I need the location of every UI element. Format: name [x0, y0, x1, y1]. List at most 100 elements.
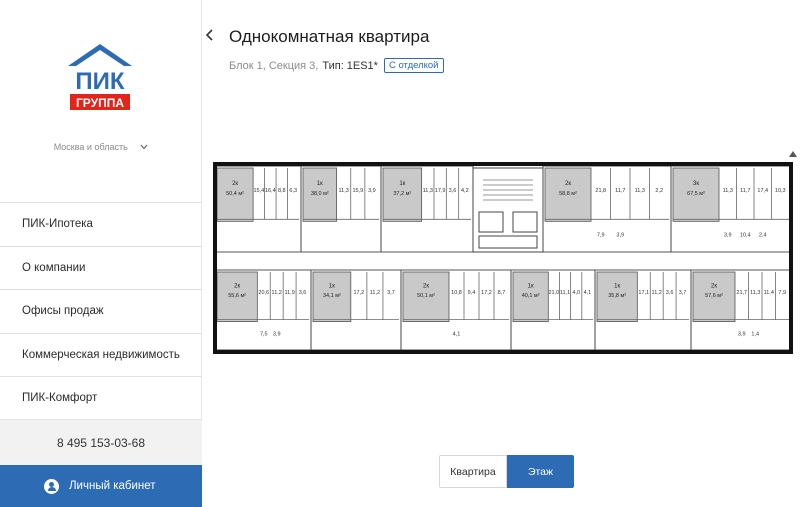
top-row-apartment[interactable]	[300, 165, 382, 253]
rooms-label: 1к	[329, 284, 335, 290]
type-label: Тип:	[322, 59, 344, 72]
stair-core	[472, 167, 544, 253]
room-area-label: 3,9	[368, 188, 376, 194]
room-area-label: 11,7	[740, 188, 750, 194]
sidebar-item-label: ПИК-Ипотека	[22, 218, 93, 231]
pik-logo[interactable]: ПИК ГРУППА	[66, 42, 134, 112]
plan-bottom-row	[214, 269, 792, 351]
type-value: 1ES1*	[346, 59, 378, 72]
room-area-label: 11,3	[750, 290, 760, 296]
top-row-apartment[interactable]	[542, 165, 672, 253]
room-area-label: 3,7	[679, 290, 687, 296]
view-toggle: Квартира Этаж	[439, 455, 574, 488]
rooms-label: 2к	[234, 284, 240, 290]
room-area-label: 21,7	[736, 290, 747, 296]
bottom-row-apartment[interactable]	[400, 269, 512, 351]
room-area-label: 11,3	[339, 188, 349, 194]
room-area-label: 17,2	[353, 290, 364, 296]
sidebar-item-label: Офисы продаж	[22, 305, 104, 318]
toggle-apartment[interactable]: Квартира	[439, 455, 507, 488]
area-label: 40,1 м²	[522, 293, 540, 299]
room-area-label: 20,6	[258, 290, 269, 296]
bottom-row-apartment[interactable]	[690, 269, 792, 351]
area-label: 35,8 м²	[608, 293, 626, 299]
scroll-up-icon[interactable]	[789, 150, 797, 159]
phone-text: 8 495 153-03-68	[56, 435, 146, 450]
back-chevron-icon[interactable]	[205, 28, 215, 47]
rooms-label: 3к	[693, 181, 699, 187]
area-label: 50,4 м²	[226, 191, 244, 197]
room-area-label: 10,8	[451, 290, 462, 296]
room-area-label: 11,2	[370, 290, 380, 296]
top-row-apartment[interactable]	[670, 165, 792, 253]
block-section: Блок 1, Секция 3,	[229, 59, 319, 72]
area-label: 50,1 м²	[417, 293, 435, 299]
area-label: 34,1 м²	[323, 293, 341, 299]
room-area-label: 17,2	[481, 290, 492, 296]
bottom-row-apartment[interactable]	[214, 269, 312, 351]
room-area-label: 4,0	[572, 290, 580, 296]
room-area-label: 11,3	[635, 188, 645, 194]
room-area-label: 3,9	[738, 332, 746, 338]
room-area-label: 8,7	[498, 290, 506, 296]
room-area-label: 11,3	[723, 188, 733, 194]
area-label: 55,6 м²	[228, 293, 246, 299]
chevron-down-icon	[140, 142, 148, 152]
area-label: 67,5 м²	[687, 191, 705, 197]
personal-cabinet-button[interactable]: Личный кабинет	[0, 465, 202, 507]
sidebar-item-sales-offices[interactable]: Офисы продаж	[0, 289, 202, 333]
room-area-label: 10,4	[740, 233, 751, 239]
corridor	[214, 251, 792, 271]
room-area-label: 7,5	[260, 332, 268, 338]
sidebar-item-mortgage[interactable]: ПИК-Ипотека	[0, 202, 202, 246]
room-area-label: 11,2	[272, 290, 282, 296]
room-area-label: 15,4	[253, 188, 264, 194]
logo-top-text: ПИК	[75, 68, 125, 95]
bottom-row-apartment[interactable]	[510, 269, 596, 351]
top-row-apartment[interactable]	[380, 165, 474, 253]
room-area-label: 4,1	[584, 290, 592, 296]
room-area-label: 21,8	[595, 188, 606, 194]
room-area-label: 3,7	[387, 290, 395, 296]
rooms-label: 1к	[614, 284, 620, 290]
room-area-label: 11,2	[652, 290, 662, 296]
top-row-apartment[interactable]	[214, 165, 302, 253]
room-area-label: 11,9	[284, 290, 294, 296]
room-area-label: 4,1	[453, 332, 461, 338]
cabinet-label: Личный кабинет	[69, 480, 156, 492]
sidebar-item-commercial[interactable]: Коммерческая недвижимость	[0, 332, 202, 377]
sidebar: ПИК ГРУППА Москва и область ПИК-Ипотека …	[0, 0, 202, 507]
sidebar-item-comfort[interactable]: ПИК-Комфорт	[0, 376, 202, 420]
bottom-row-apartment[interactable]	[310, 269, 402, 351]
region-selector[interactable]: Москва и область	[0, 142, 202, 152]
user-icon	[44, 478, 59, 494]
room-area-label: 11,1	[560, 290, 570, 296]
room-area-label: 10,3	[775, 188, 786, 194]
room-area-label: 3,6	[299, 290, 307, 296]
toggle-floor[interactable]: Этаж	[507, 455, 574, 488]
rooms-label: 2к	[423, 284, 429, 290]
room-area-label: 2,4	[759, 233, 767, 239]
sidebar-item-label: О компании	[22, 261, 86, 274]
room-area-label: 9,4	[468, 290, 476, 296]
bottom-row-apartment[interactable]	[594, 269, 692, 351]
sidebar-item-about[interactable]: О компании	[0, 245, 202, 290]
room-area-label: 1,4	[751, 332, 759, 338]
area-label: 37,2 м²	[393, 191, 411, 197]
room-area-label: 4,2	[461, 188, 469, 194]
room-area-label: 11,4	[764, 290, 774, 296]
room-area-label: 3,9	[724, 233, 732, 239]
area-label: 58,8 м²	[559, 191, 577, 197]
room-area-label: 3,9	[273, 332, 281, 338]
floor-plan: 2к 50,4 м² 15,4 16,4 8,8 6,3 1к 38,0 м² 11,3 15,9…	[211, 160, 795, 356]
sidebar-item-label: ПИК-Комфорт	[22, 391, 98, 404]
room-area-label: 3,9	[616, 233, 624, 239]
logo-bottom-text: ГРУППА	[76, 96, 124, 110]
area-label: 57,6 м²	[705, 293, 723, 299]
room-area-label: 17,1	[638, 290, 649, 296]
phone-number[interactable]: 8 495 153-03-68	[0, 420, 202, 465]
room-area-label: 11,7	[615, 188, 625, 194]
area-label: 38,0 м²	[311, 191, 329, 197]
room-area-label: 16,4	[265, 188, 276, 194]
floor-plan-svg: 2к50,4 м²15,4 16,4 8,8 6,31к38,0 м²11,3 15,9…	[211, 160, 795, 356]
